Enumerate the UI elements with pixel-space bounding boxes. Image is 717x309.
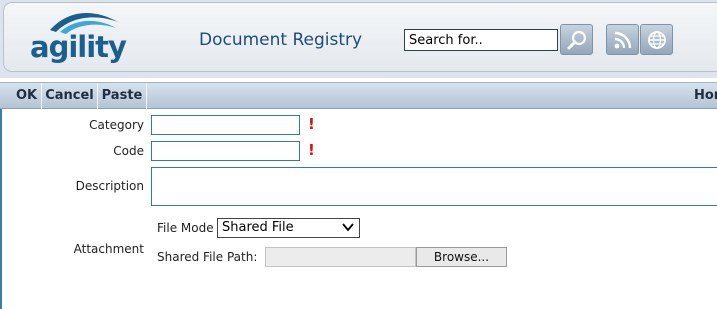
- search-button[interactable]: [560, 24, 593, 55]
- header: agility Document Registry: [0, 0, 717, 78]
- rss-icon: [614, 31, 631, 48]
- description-label: Description: [75, 179, 144, 193]
- cancel-button[interactable]: Cancel: [42, 83, 98, 109]
- file-mode-label: File Mode: [157, 221, 214, 235]
- code-field[interactable]: [151, 141, 300, 161]
- toolbar: OK Cancel Paste Hor: [0, 82, 717, 109]
- logo: agility: [28, 8, 128, 68]
- attachment-label: Attachment: [73, 242, 144, 256]
- logo-text: agility: [30, 30, 127, 64]
- form-panel: [0, 109, 717, 309]
- file-mode-select[interactable]: Shared File: [217, 218, 360, 238]
- code-required-mark: !: [308, 141, 315, 159]
- globe-icon: [647, 30, 666, 49]
- globe-button[interactable]: [640, 24, 673, 55]
- category-required-mark: !: [308, 115, 315, 133]
- shared-file-path-label: Shared File Path:: [157, 250, 258, 264]
- description-field[interactable]: [151, 167, 717, 206]
- file-mode-value: Shared File: [222, 220, 294, 235]
- rss-button[interactable]: [606, 24, 639, 55]
- search-input[interactable]: [404, 29, 558, 51]
- paste-button[interactable]: Paste: [98, 83, 147, 109]
- page-title: Document Registry: [199, 30, 363, 50]
- ok-button[interactable]: OK: [12, 83, 42, 109]
- home-link[interactable]: Hor: [694, 83, 717, 109]
- search-icon: [567, 30, 586, 49]
- browse-button[interactable]: Browse...: [416, 247, 507, 267]
- category-field[interactable]: [151, 115, 300, 135]
- code-label: Code: [113, 144, 144, 158]
- shared-file-path-field[interactable]: [265, 247, 416, 267]
- category-label: Category: [89, 118, 144, 132]
- chevron-down-icon: [342, 223, 354, 232]
